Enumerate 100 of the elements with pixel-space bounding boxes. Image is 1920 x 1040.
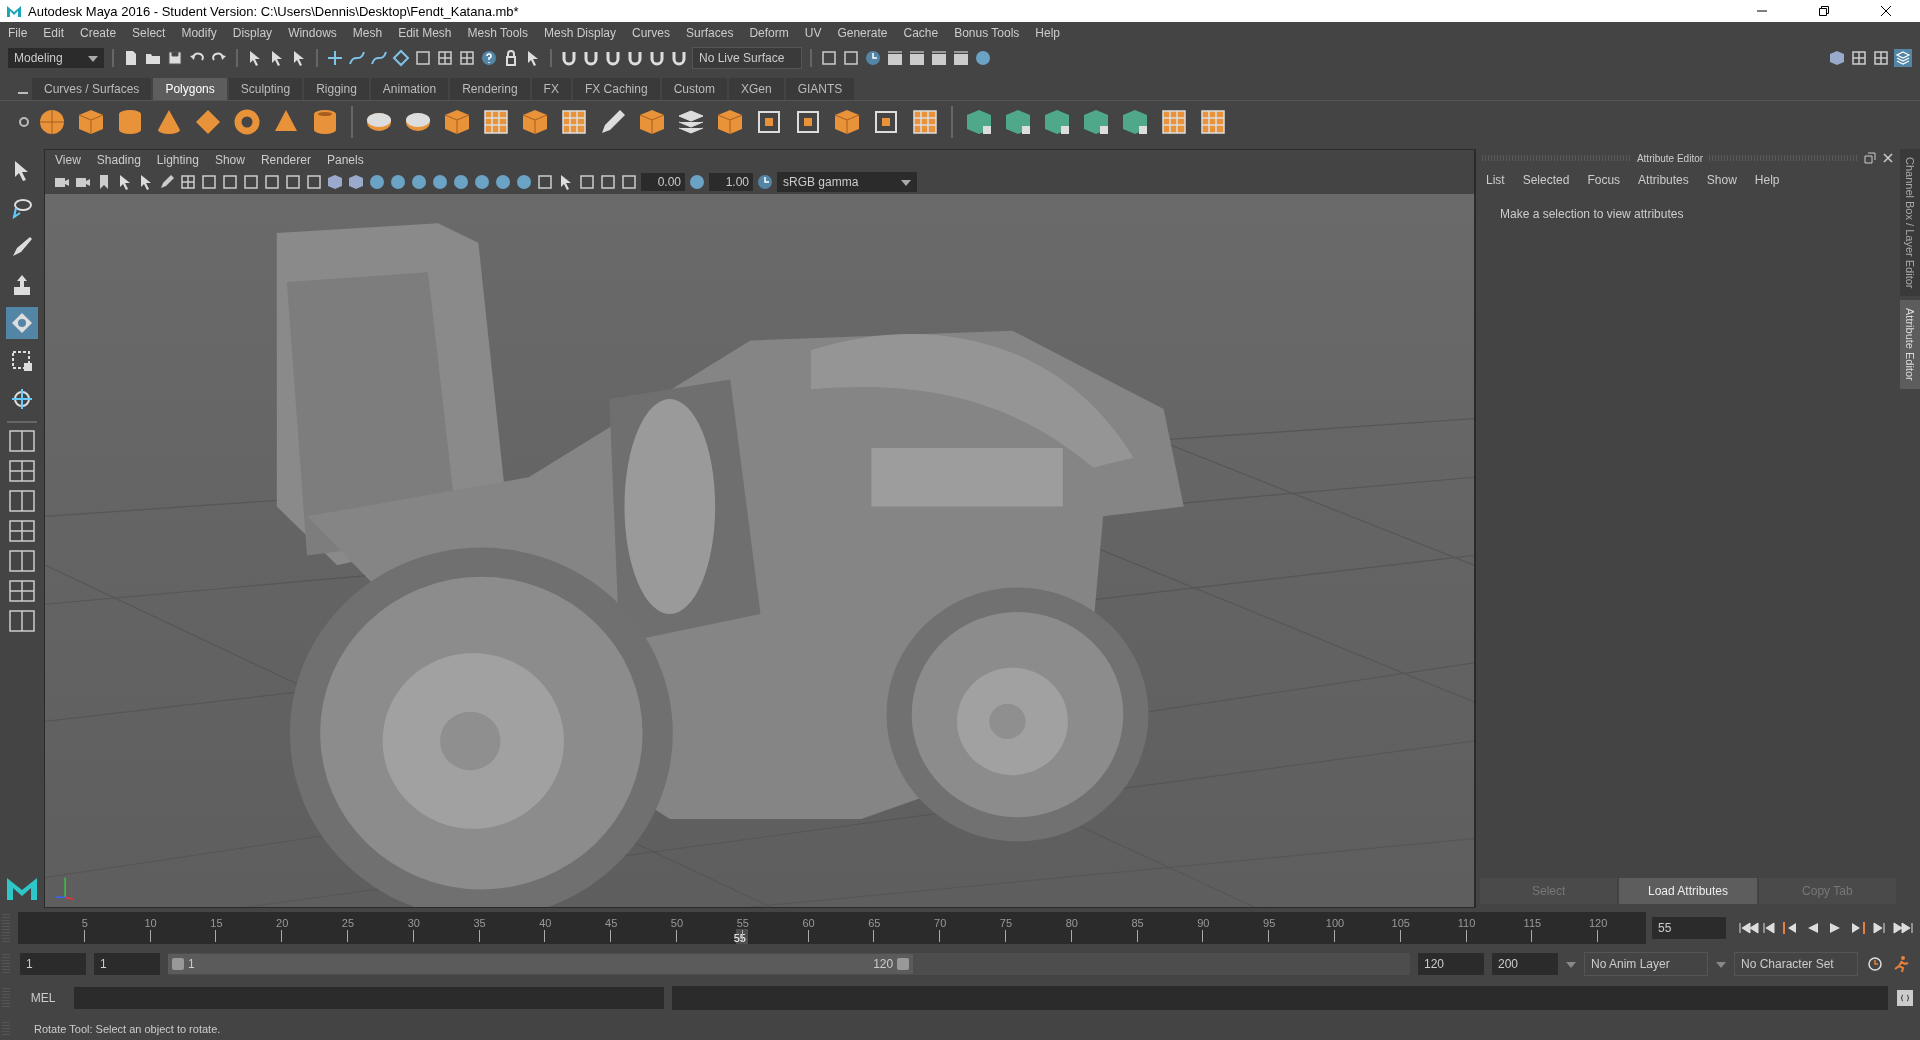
panel-menu-item[interactable]: Lighting bbox=[156, 153, 199, 167]
square-icon[interactable] bbox=[842, 49, 860, 67]
playback-end-field[interactable]: 120 bbox=[1418, 953, 1484, 975]
cube-icon[interactable] bbox=[715, 107, 745, 137]
cube-icon[interactable] bbox=[520, 107, 550, 137]
start-time-field[interactable]: 1 bbox=[20, 953, 86, 975]
square-icon[interactable] bbox=[414, 49, 432, 67]
cube-icon[interactable] bbox=[964, 107, 994, 137]
restore-icon[interactable] bbox=[1818, 5, 1830, 17]
anim-layer-dropdown[interactable]: No Anim Layer bbox=[1584, 952, 1708, 976]
cube-icon[interactable] bbox=[637, 107, 667, 137]
shelf-tab[interactable]: Curves / Surfaces bbox=[32, 78, 152, 100]
menu-item[interactable]: Mesh Display bbox=[544, 26, 617, 40]
stack-icon[interactable] bbox=[1894, 49, 1912, 67]
clock-icon[interactable] bbox=[756, 173, 774, 191]
clapper-icon[interactable] bbox=[886, 49, 904, 67]
exposure-field[interactable]: 0.00 bbox=[641, 173, 685, 191]
slider-handle[interactable] bbox=[172, 958, 184, 970]
clapper-icon[interactable] bbox=[908, 49, 926, 67]
cube-icon[interactable] bbox=[326, 173, 344, 191]
shelf-tab[interactable]: FX Caching bbox=[572, 78, 660, 100]
square-icon[interactable] bbox=[242, 173, 260, 191]
command-input-field[interactable] bbox=[74, 987, 664, 1009]
panel-menu-item[interactable]: Help bbox=[1754, 173, 1780, 187]
sphere-icon[interactable] bbox=[974, 49, 992, 67]
pen-icon[interactable] bbox=[158, 173, 176, 191]
side-tab[interactable]: Channel Box / Layer Editor bbox=[1900, 149, 1920, 297]
panel-menu-item[interactable]: Selected bbox=[1522, 173, 1570, 187]
menu-item[interactable]: Cache bbox=[903, 26, 939, 40]
menu-item[interactable]: Mesh bbox=[352, 26, 383, 40]
shelf-tab[interactable]: FX bbox=[531, 78, 571, 100]
menu-item[interactable]: Windows bbox=[288, 26, 337, 40]
slider-handle[interactable] bbox=[897, 958, 910, 970]
grid-icon[interactable] bbox=[1159, 107, 1189, 137]
menu-item[interactable]: Create bbox=[80, 26, 117, 40]
grid-icon[interactable] bbox=[179, 173, 197, 191]
gamma-field[interactable]: 1.00 bbox=[709, 173, 753, 191]
torus-icon[interactable] bbox=[232, 107, 262, 137]
magnet-icon[interactable] bbox=[582, 49, 600, 67]
panel-menu-item[interactable]: Focus bbox=[1587, 173, 1621, 187]
close-icon[interactable] bbox=[1880, 5, 1892, 17]
shelf-tab[interactable]: XGen bbox=[728, 78, 784, 100]
curve-icon[interactable] bbox=[348, 49, 366, 67]
menu-item[interactable]: UV bbox=[804, 26, 822, 40]
menu-item[interactable]: Deform bbox=[749, 26, 789, 40]
panel-menu-item[interactable]: Show bbox=[1706, 173, 1737, 187]
cube-icon[interactable] bbox=[442, 107, 472, 137]
square-icon[interactable] bbox=[820, 49, 838, 67]
magnet-icon[interactable] bbox=[648, 49, 666, 67]
curve-icon[interactable] bbox=[370, 49, 388, 67]
sphere-icon[interactable] bbox=[688, 173, 706, 191]
rotate-tool-button[interactable] bbox=[6, 307, 38, 339]
grid-icon[interactable] bbox=[1198, 107, 1228, 137]
layout-icon[interactable] bbox=[8, 579, 36, 603]
workspace-dropdown[interactable]: Modeling bbox=[8, 48, 104, 68]
side-tab[interactable]: Attribute Editor bbox=[1900, 300, 1920, 390]
character-set-dropdown[interactable]: No Character Set bbox=[1734, 952, 1858, 976]
cube-icon[interactable] bbox=[1081, 107, 1111, 137]
layout-icon[interactable] bbox=[8, 429, 36, 453]
panel-menu-item[interactable]: List bbox=[1486, 173, 1505, 187]
menu-item[interactable]: Surfaces bbox=[686, 26, 734, 40]
clapper-icon[interactable] bbox=[952, 49, 970, 67]
grid-icon[interactable] bbox=[910, 107, 940, 137]
panel-menu-item[interactable]: Shading bbox=[96, 153, 141, 167]
square-icon[interactable] bbox=[578, 173, 596, 191]
shelf-tab[interactable]: Custom bbox=[661, 78, 727, 100]
layout-icon[interactable] bbox=[8, 519, 36, 543]
end-time-field[interactable]: 200 bbox=[1492, 953, 1558, 975]
cube-icon[interactable] bbox=[347, 173, 365, 191]
attribute-editor-button[interactable]: Load Attributes bbox=[1619, 878, 1757, 904]
color-space-dropdown[interactable]: sRGB gamma bbox=[777, 172, 917, 192]
menu-item[interactable]: Help bbox=[1035, 26, 1060, 40]
square-icon[interactable] bbox=[305, 173, 323, 191]
playback-controls-drawing[interactable] bbox=[1738, 920, 1914, 936]
menu-item[interactable]: Edit Mesh bbox=[398, 26, 452, 40]
clock-icon[interactable] bbox=[1866, 955, 1884, 973]
square-icon[interactable] bbox=[620, 173, 638, 191]
cube-icon[interactable] bbox=[1828, 49, 1846, 67]
sphere-icon[interactable] bbox=[452, 173, 470, 191]
live-surface-field[interactable]: No Live Surface bbox=[692, 47, 802, 69]
sphere-icon[interactable] bbox=[515, 173, 533, 191]
cube-icon[interactable] bbox=[1003, 107, 1033, 137]
grid-icon[interactable] bbox=[1872, 49, 1890, 67]
command-language-label[interactable]: MEL bbox=[20, 991, 66, 1005]
grid-icon[interactable] bbox=[481, 107, 511, 137]
sphere-icon[interactable] bbox=[494, 173, 512, 191]
magnet-icon[interactable] bbox=[604, 49, 622, 67]
magnet-icon[interactable] bbox=[560, 49, 578, 67]
square-icon[interactable] bbox=[221, 173, 239, 191]
running-figure-icon[interactable] bbox=[1892, 955, 1910, 973]
panel-menu-item[interactable]: Show bbox=[214, 153, 245, 167]
shelf-tab[interactable]: Animation bbox=[370, 78, 449, 100]
cube-icon[interactable] bbox=[832, 107, 862, 137]
panel-menu-item[interactable]: Renderer bbox=[260, 153, 311, 167]
sphere-icon[interactable] bbox=[37, 107, 67, 137]
menu-item[interactable]: Edit bbox=[43, 26, 65, 40]
menu-item[interactable]: Generate bbox=[837, 26, 888, 40]
shelf-tab[interactable]: Sculpting bbox=[228, 78, 303, 100]
magnet-icon[interactable] bbox=[626, 49, 644, 67]
clapper-icon[interactable] bbox=[930, 49, 948, 67]
